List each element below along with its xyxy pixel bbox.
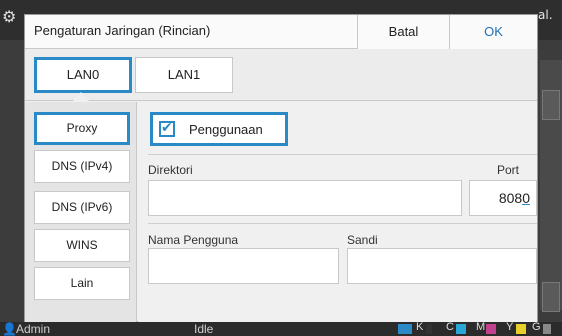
gear-icon: ⚙ <box>2 7 17 26</box>
ok-button[interactable]: OK <box>449 15 537 49</box>
background-scroll-button <box>542 282 560 312</box>
port-value-cursor-digit: 0 <box>522 190 530 206</box>
ink-level-k <box>426 324 432 334</box>
password-label: Sandi <box>347 233 378 247</box>
lan-tab-bar: LAN0 LAN1 <box>25 49 537 102</box>
ink-level-y <box>516 324 526 334</box>
dialog-title: Pengaturan Jaringan (Rincian) <box>34 23 211 38</box>
username-label: Nama Pengguna <box>148 233 239 247</box>
password-input[interactable] <box>347 248 537 284</box>
tab-lan0[interactable]: LAN0 <box>34 57 132 93</box>
nav-item-proxy[interactable]: Proxy <box>34 112 130 145</box>
status-bar: 👤 Admin Idle K C M Y G <box>0 321 562 336</box>
ink-status-icon <box>398 324 412 334</box>
ink-label-k: K <box>416 321 424 333</box>
cancel-button[interactable]: Batal <box>357 15 449 49</box>
directory-label: Direktori <box>148 163 193 177</box>
port-input[interactable]: 8080 <box>469 180 537 216</box>
ink-level-m <box>486 324 496 334</box>
use-proxy-label: Penggunaan <box>189 122 263 137</box>
user-icon: 👤 <box>2 322 17 336</box>
username-input[interactable] <box>148 248 339 284</box>
active-tab-pointer <box>72 92 90 102</box>
divider <box>148 223 537 224</box>
settings-nav: Proxy DNS (IPv4) DNS (IPv6) WINS Lain <box>25 102 137 322</box>
network-settings-dialog: Pengaturan Jaringan (Rincian) Batal OK L… <box>24 14 538 322</box>
directory-input[interactable] <box>148 180 462 216</box>
divider <box>148 154 537 155</box>
ink-level-c <box>456 324 466 334</box>
status-state: Idle <box>194 322 214 336</box>
status-user: Admin <box>16 322 51 336</box>
nav-item-dns-ipv4[interactable]: DNS (IPv4) <box>34 150 130 183</box>
ink-label-c: C <box>446 321 454 333</box>
port-value: 808 <box>498 190 523 206</box>
ink-label-y: Y <box>506 321 514 333</box>
ink-level-g <box>543 324 551 334</box>
ink-label-g: G <box>532 321 541 333</box>
port-label: Port <box>497 163 520 177</box>
background-scroll-button <box>542 90 560 120</box>
nav-item-lain[interactable]: Lain <box>34 267 130 300</box>
background-title-tail: al. <box>538 8 553 22</box>
tab-lan1[interactable]: LAN1 <box>135 57 233 93</box>
checkbox-box: ✔ <box>159 120 175 137</box>
proxy-panel: ✔ Penggunaan Direktori Port 8080 Nama Pe… <box>138 102 537 322</box>
nav-item-dns-ipv6[interactable]: DNS (IPv6) <box>34 191 130 224</box>
dialog-header: Pengaturan Jaringan (Rincian) Batal OK <box>25 15 537 49</box>
checkmark-icon: ✔ <box>161 120 173 136</box>
nav-item-wins[interactable]: WINS <box>34 229 130 262</box>
ink-label-m: M <box>476 321 486 333</box>
use-proxy-checkbox[interactable]: ✔ Penggunaan <box>150 112 288 146</box>
